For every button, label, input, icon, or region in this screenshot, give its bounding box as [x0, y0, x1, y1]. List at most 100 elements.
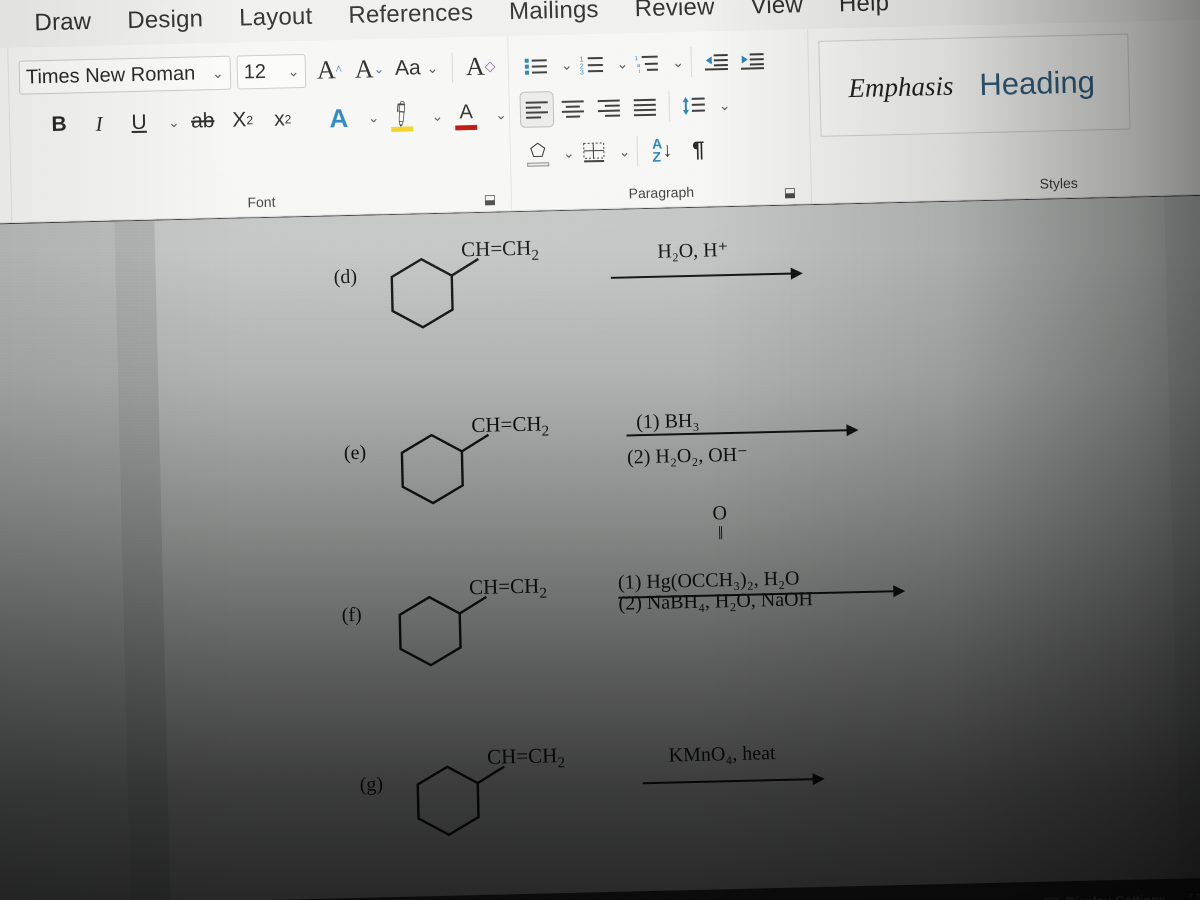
decrease-indent-icon[interactable]: [699, 43, 734, 80]
chevron-down-icon[interactable]: ⌄: [431, 107, 443, 124]
multilevel-list-icon[interactable]: 1ai: [630, 45, 665, 82]
sort-arrow-icon: ↓: [662, 138, 673, 162]
show-formatting-marks-icon[interactable]: ¶: [681, 131, 716, 168]
group-font: Times New Roman ⌄ 12 ⌄ A ^ A ⌄ Aa ⌄ A ◇ …: [8, 36, 513, 222]
align-right-icon[interactable]: [591, 89, 626, 126]
text-effects-label: A: [328, 102, 349, 133]
highlight-color-icon[interactable]: 🖊: [385, 98, 420, 135]
divider: [310, 103, 312, 134]
reaction-arrow-g: [642, 772, 828, 790]
display-settings-button[interactable]: 🖵 Display Settings: [1045, 891, 1166, 900]
screen-photo: sert Draw Design Layout References Maili…: [0, 0, 1200, 900]
chevron-down-icon[interactable]: ⌄: [426, 59, 438, 76]
divider: [668, 91, 671, 122]
side-chain-sub-f: 2: [539, 585, 548, 602]
tab-mailings[interactable]: Mailings: [495, 0, 613, 28]
side-chain-text-g: CH=CH: [486, 743, 558, 769]
structure-cyclohexane-f: CH=CH2: [385, 572, 602, 673]
chevron-down-icon[interactable]: ⌄: [495, 106, 507, 123]
tab-review[interactable]: Review: [620, 0, 729, 26]
conditions-top-d: H₂O, H⁺: [657, 239, 729, 263]
text-effects-icon[interactable]: A: [321, 100, 356, 137]
subscript-button[interactable]: X2: [225, 102, 260, 139]
group-label-paragraph-text: Paragraph: [628, 183, 695, 202]
reaction-label-f: (f): [341, 603, 362, 627]
display-settings-label: Display Settings: [1065, 892, 1166, 900]
paragraph-row-3: ⬠ ⌄ ⌄ A Z ↓ ¶: [520, 125, 800, 176]
carbonyl-double-bond-f: ‖: [717, 523, 723, 545]
divider: [690, 46, 693, 77]
reaction-label-d: (d): [333, 265, 358, 289]
font-name-combo[interactable]: Times New Roman ⌄: [18, 55, 232, 95]
clear-formatting-icon[interactable]: A ◇: [463, 48, 498, 85]
bullet-list-icon[interactable]: [518, 47, 553, 84]
carbonyl-group-f: O ‖: [712, 502, 727, 545]
side-chain-text-e: CH=CH: [471, 411, 542, 438]
change-case-label: Aa: [394, 56, 421, 80]
style-item-heading[interactable]: Heading: [979, 64, 1095, 103]
superscript-button[interactable]: x2: [265, 101, 300, 138]
document-page[interactable]: (d) CH=CH2 H₂O, H⁺ (e) CH=CH2 (1) BH₃ (2…: [154, 194, 1182, 900]
conditions-d: H₂O, H⁺: [592, 229, 806, 285]
conditions-top-g: KMnO₄, heat: [668, 742, 776, 767]
subscript-label: X: [232, 108, 247, 132]
line-spacing-icon[interactable]: [676, 87, 711, 124]
shrink-font-button[interactable]: A ⌄: [352, 51, 387, 88]
tab-insert[interactable]: sert: [0, 8, 13, 41]
tab-help[interactable]: Help: [825, 0, 904, 21]
chevron-down-icon[interactable]: ⌄: [672, 54, 684, 71]
side-chain-sub-e: 2: [541, 423, 550, 440]
strikethrough-label: ab: [190, 109, 215, 133]
paragraph-dialog-launcher-icon[interactable]: ⬓: [783, 184, 797, 199]
svg-text:1: 1: [635, 56, 639, 62]
tab-draw[interactable]: Draw: [20, 6, 106, 40]
justify-icon[interactable]: [627, 89, 662, 126]
conditions-bottom-e: (2) H₂O₂, OH⁻: [626, 443, 748, 469]
align-center-icon[interactable]: [555, 90, 590, 127]
strikethrough-button[interactable]: ab: [185, 103, 220, 140]
increase-indent-icon[interactable]: [735, 42, 770, 79]
side-chain-text-d: CH=CH: [460, 235, 532, 262]
shading-icon[interactable]: ⬠: [520, 135, 555, 172]
font-size-combo[interactable]: 12 ⌄: [236, 53, 307, 90]
superscript-label: x: [273, 107, 285, 131]
reaction-arrow-d: [610, 266, 806, 285]
align-left-icon[interactable]: [519, 91, 555, 128]
italic-label: I: [95, 111, 103, 136]
focus-icon: ⛶: [1189, 890, 1200, 900]
style-item-emphasis[interactable]: Emphasis: [848, 70, 954, 103]
borders-icon[interactable]: [576, 134, 611, 171]
tab-view[interactable]: View: [736, 0, 817, 23]
font-color-label: A: [459, 100, 474, 123]
underline-label: U: [131, 110, 147, 135]
tab-references[interactable]: References: [334, 0, 487, 32]
chevron-down-icon[interactable]: ⌄: [212, 64, 224, 81]
font-name-value: Times New Roman: [25, 62, 196, 89]
grow-font-button[interactable]: A ^: [312, 52, 347, 89]
chevron-down-icon[interactable]: ⌄: [719, 96, 731, 113]
chevron-down-icon[interactable]: ⌄: [563, 144, 575, 161]
reaction-e: (e) CH=CH2 (1) BH₃ (2) H₂O₂, OH⁻: [343, 404, 863, 512]
font-dialog-launcher-icon[interactable]: ⬓: [483, 191, 497, 206]
sort-icon[interactable]: A Z ↓: [645, 132, 680, 169]
focus-button[interactable]: ⛶ Focus: [1190, 890, 1200, 900]
numbered-list-icon[interactable]: 123: [574, 46, 609, 83]
chevron-down-icon[interactable]: ⌄: [368, 109, 380, 126]
italic-button[interactable]: I: [82, 105, 117, 142]
chevron-down-icon[interactable]: ⌄: [616, 55, 628, 72]
chevron-down-icon[interactable]: ⌄: [561, 56, 573, 73]
chevron-down-icon[interactable]: ⌄: [287, 63, 299, 80]
reaction-label-g: (g): [359, 773, 384, 796]
font-size-value: 12: [243, 60, 267, 83]
bold-button[interactable]: B: [42, 106, 77, 143]
tab-layout[interactable]: Layout: [225, 0, 327, 34]
side-chain-d: CH=CH2: [461, 236, 539, 267]
conditions-e: (1) BH₃ (2) H₂O₂, OH⁻: [602, 404, 862, 470]
underline-button[interactable]: U: [122, 104, 157, 141]
change-case-button[interactable]: Aa ⌄: [392, 50, 441, 87]
chevron-down-icon[interactable]: ⌄: [168, 113, 180, 130]
chevron-down-icon[interactable]: ⌄: [618, 143, 630, 160]
font-color-icon[interactable]: A: [449, 97, 484, 134]
tab-design[interactable]: Design: [113, 3, 218, 37]
group-label-styles-text: Styles: [1039, 174, 1078, 192]
